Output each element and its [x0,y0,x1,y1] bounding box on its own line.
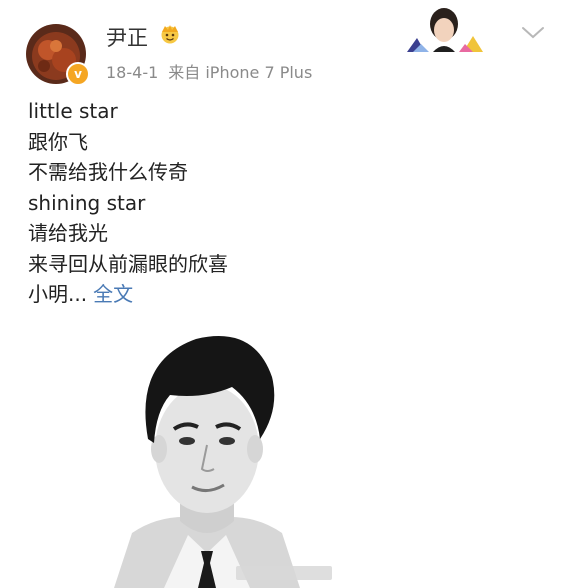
post-meta: 18-4-1 来自 iPhone 7 Plus [106,59,312,83]
portrait-photo [104,321,310,588]
post-text-line: shining star [28,190,146,215]
chevron-down-icon[interactable] [521,26,545,40]
post-source[interactable]: 来自 iPhone 7 Plus [168,63,312,82]
full-text-link[interactable]: 全文 [93,282,133,306]
post-text-line: little star [28,99,118,123]
post-text-line: 来寻回从前漏眼的欣喜 [28,251,228,276]
post-text-line: 请给我光 [28,221,108,245]
verified-badge-icon: v [66,62,90,86]
post-body: little star 跟你飞 不需给我什么传奇 shining star 请给… [28,96,228,310]
post-text-last-line: 小明... 全文 [28,279,228,310]
post-text-line: 不需给我什么传奇 [28,160,188,184]
avatar-pendant-decoration[interactable] [403,4,485,56]
crown-emoji-icon [161,25,179,44]
post-date: 18-4-1 [106,63,159,82]
post-image[interactable] [104,321,310,588]
post-text-line: 跟你飞 [28,129,88,154]
watermark-blur [236,566,332,580]
author-name[interactable]: 尹正 [106,22,148,52]
post-text-line: 小明... [28,282,88,306]
